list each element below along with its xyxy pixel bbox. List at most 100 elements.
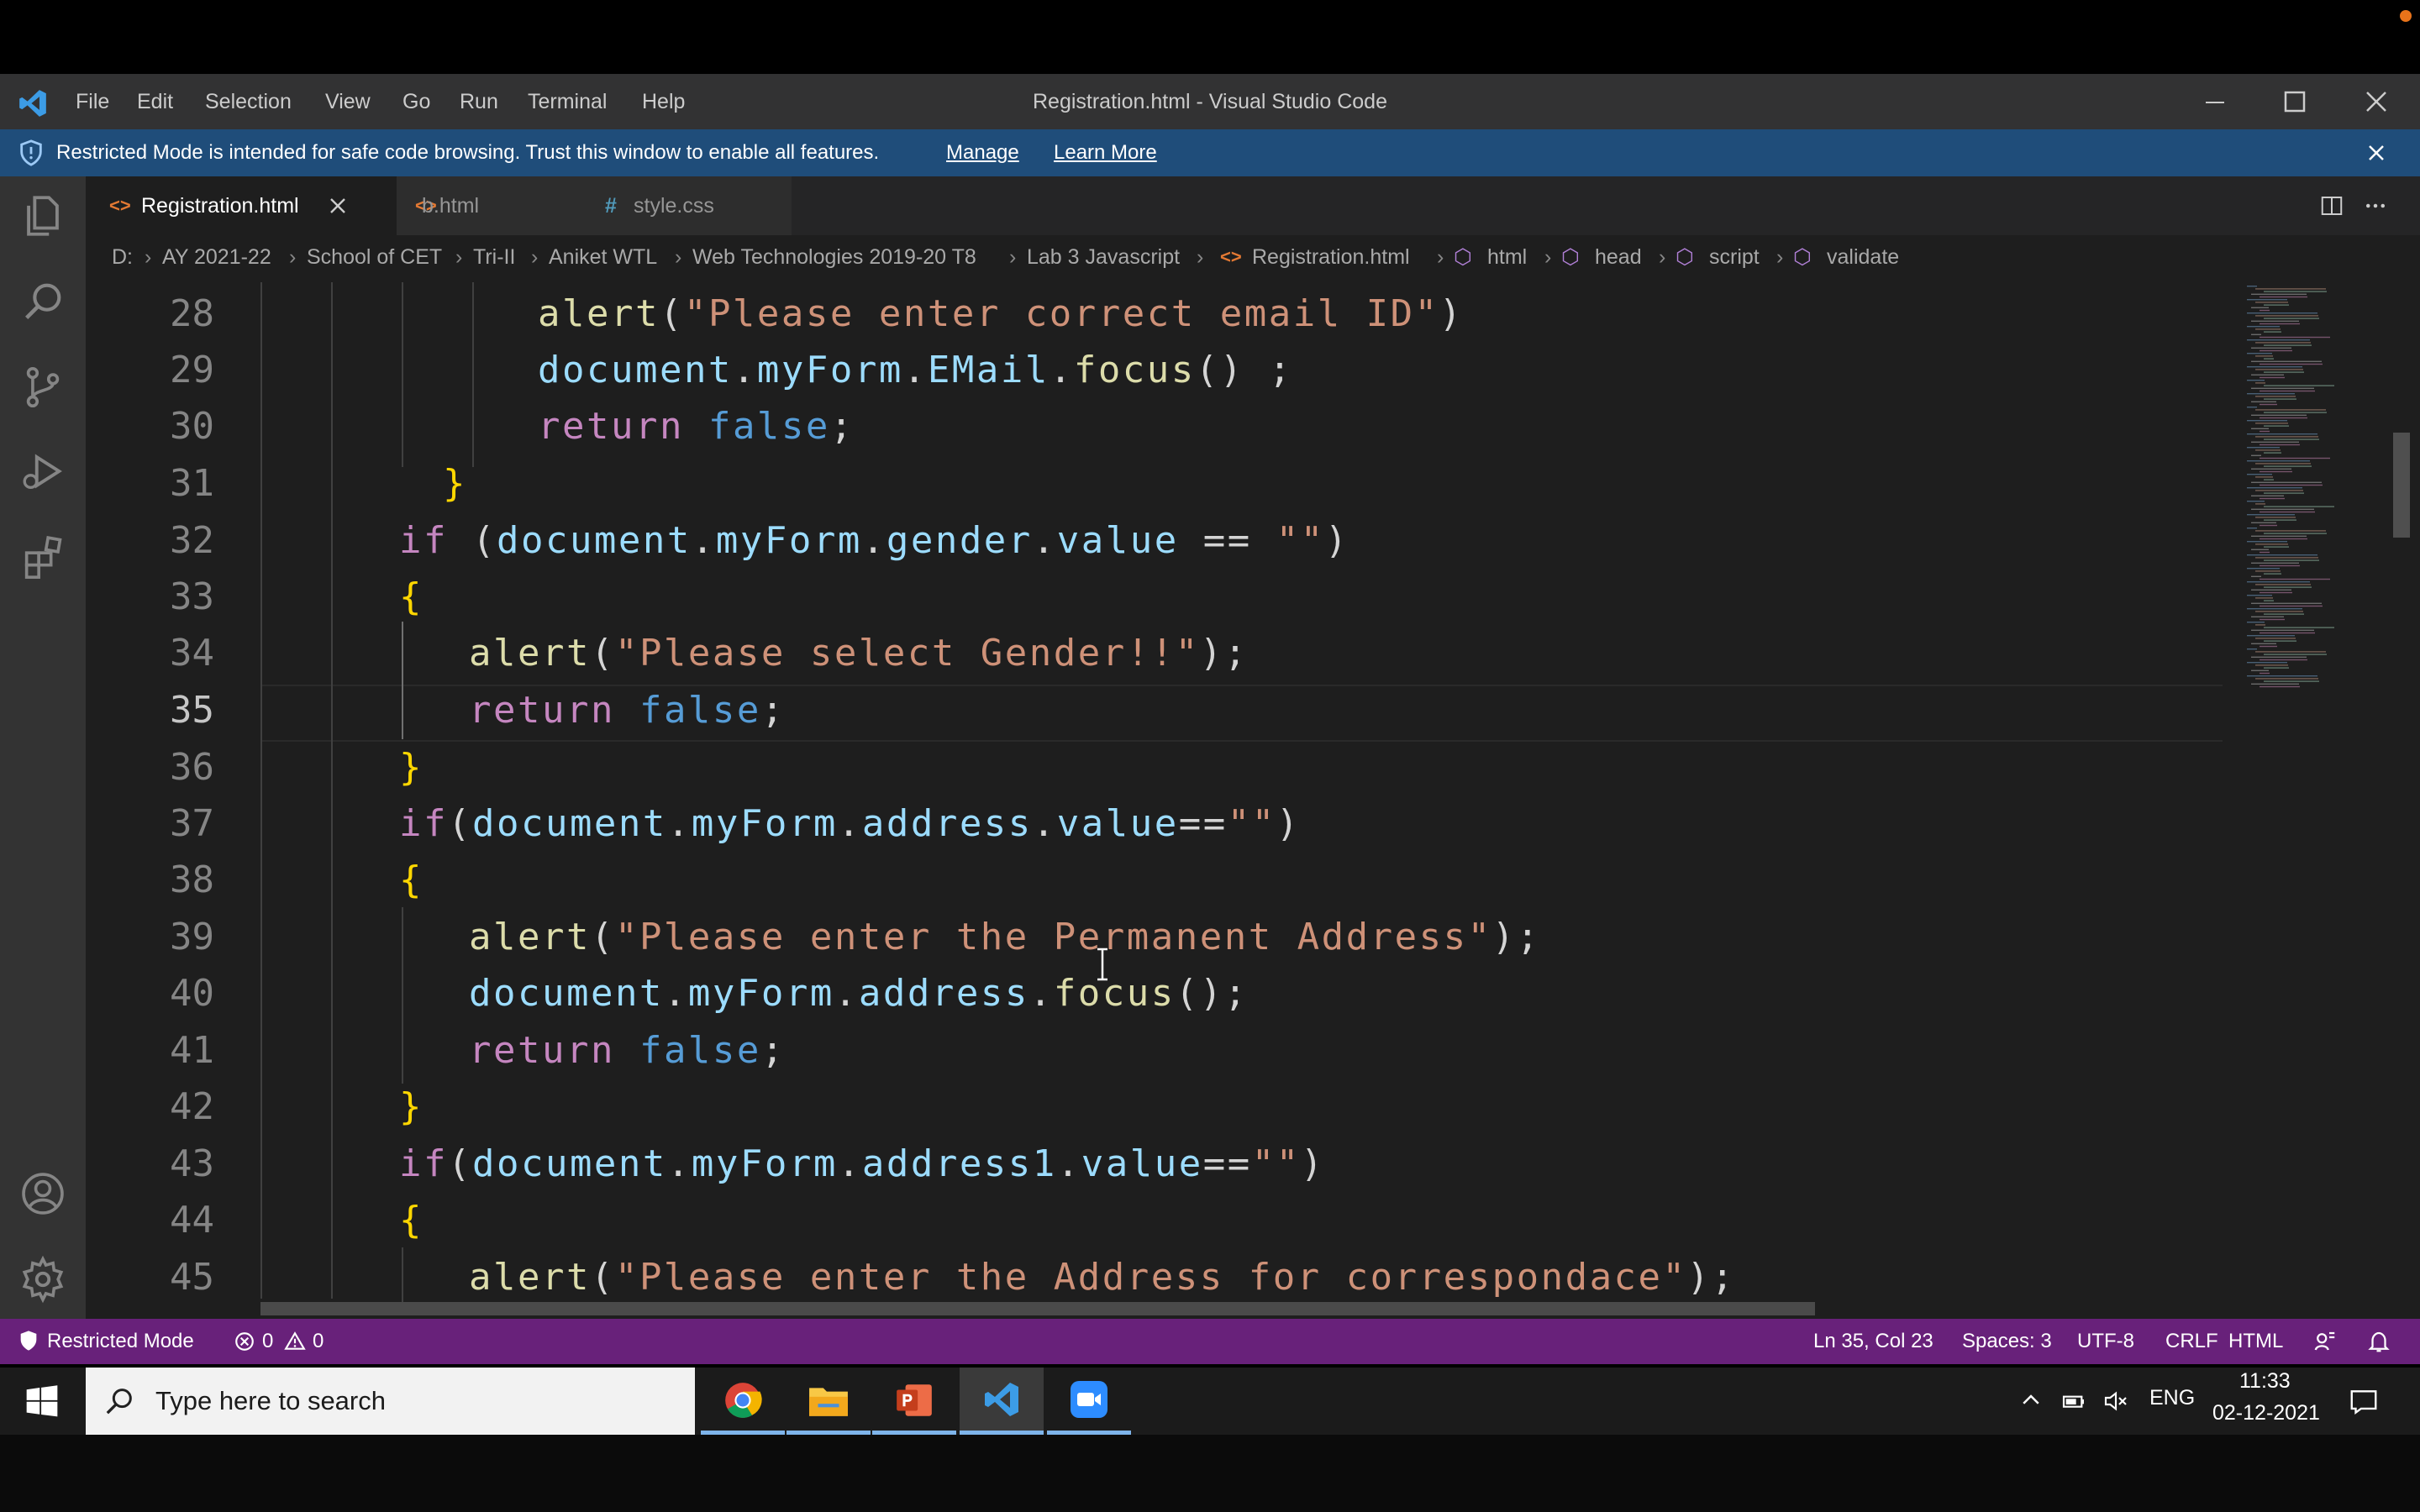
symbol-icon: ⬡ <box>1561 245 1580 269</box>
error-icon[interactable] <box>234 1331 255 1352</box>
breadcrumb-item[interactable]: D: <box>112 235 133 279</box>
accounts-icon[interactable] <box>18 1169 67 1218</box>
menu-terminal[interactable]: Terminal <box>528 74 607 129</box>
indent-guide <box>402 907 403 1084</box>
explorer-icon[interactable] <box>18 192 67 240</box>
learn-more-link[interactable]: Learn More <box>1054 129 1157 176</box>
encoding[interactable]: UTF-8 <box>2077 1319 2134 1364</box>
line-number-current: 35 <box>170 689 214 732</box>
indent-guide <box>472 282 474 467</box>
code-line: if (document.myForm.gender.value == "") <box>399 519 1349 562</box>
window-title: Registration.html - Visual Studio Code <box>1033 90 1387 113</box>
extensions-icon[interactable] <box>18 533 67 581</box>
css-file-icon: # <box>605 194 617 218</box>
breadcrumb-item[interactable]: html <box>1487 235 1527 279</box>
activity-bar <box>0 176 86 1319</box>
taskbar-vscode[interactable] <box>960 1368 1044 1435</box>
menu-help[interactable]: Help <box>642 74 685 129</box>
code-line: } <box>399 1085 424 1128</box>
line-number: 40 <box>170 972 214 1015</box>
indent-guide <box>402 1247 403 1306</box>
breadcrumb-item[interactable]: Web Technologies 2019-20 T8 <box>692 235 976 279</box>
menu-edit[interactable]: Edit <box>137 74 173 129</box>
vertical-scrollbar[interactable] <box>2393 433 2410 538</box>
breadcrumb-item[interactable]: School of CET <box>307 235 442 279</box>
code-line: if(document.myForm.address.value=="") <box>399 802 1301 845</box>
indent-guide <box>331 282 333 1299</box>
vscode-logo-icon <box>19 90 46 117</box>
code-line: return false; <box>469 1029 786 1072</box>
horizontal-scrollbar[interactable] <box>260 1302 1815 1315</box>
close-icon[interactable] <box>2363 139 2390 166</box>
warning-icon[interactable] <box>284 1331 306 1352</box>
battery-icon[interactable] <box>2060 1388 2087 1415</box>
breadcrumb-item[interactable]: AY 2021-22 <box>162 235 271 279</box>
breadcrumb-item[interactable]: validate <box>1827 235 1899 279</box>
chevron-up-icon[interactable] <box>2018 1388 2044 1413</box>
manage-link[interactable]: Manage <box>946 129 1019 176</box>
html-file-icon: <> <box>1220 246 1242 267</box>
breadcrumb-item[interactable]: Registration.html <box>1252 235 1410 279</box>
zoom-icon <box>1071 1381 1107 1418</box>
breadcrumb-item[interactable]: Tri-II <box>473 235 515 279</box>
code-line: document.myForm.EMail.focus() ; <box>538 349 1293 391</box>
source-control-icon[interactable] <box>18 363 67 412</box>
code-line: alert("Please select Gender!!"); <box>469 632 1249 675</box>
bell-icon[interactable] <box>2366 1329 2391 1354</box>
search-icon[interactable] <box>18 277 67 326</box>
shield-icon <box>20 1331 37 1351</box>
vscode-icon <box>985 1383 1018 1416</box>
html-file-icon: <> <box>109 195 131 216</box>
indentation[interactable]: Spaces: 3 <box>1962 1319 2052 1364</box>
clock-time[interactable]: 11:33 <box>2239 1369 2291 1394</box>
search-icon <box>106 1389 132 1415</box>
taskbar-zoom[interactable] <box>1047 1368 1131 1435</box>
menu-file[interactable]: File <box>76 74 109 129</box>
gear-icon[interactable] <box>18 1255 67 1304</box>
menu-go[interactable]: Go <box>402 74 430 129</box>
maximize-button[interactable] <box>2260 74 2328 129</box>
restricted-mode-status[interactable]: Restricted Mode <box>47 1319 194 1364</box>
code-line: } <box>443 462 467 505</box>
tab-label: style.css <box>634 194 714 218</box>
code-line: if(document.myForm.address1.value=="") <box>399 1142 1325 1185</box>
code-line: document.myForm.address.focus(); <box>469 972 1249 1015</box>
split-editor-icon[interactable] <box>2319 193 2344 218</box>
more-actions-icon[interactable] <box>2363 193 2388 218</box>
line-number: 38 <box>170 858 214 901</box>
line-number: 44 <box>170 1199 214 1242</box>
language-mode[interactable]: HTML <box>2228 1319 2283 1364</box>
windows-start-icon[interactable] <box>24 1383 60 1420</box>
screen-top-border <box>0 0 2420 74</box>
notification-center-icon[interactable] <box>2348 1386 2380 1418</box>
menu-selection[interactable]: Selection <box>205 74 292 129</box>
taskbar-file-explorer[interactable] <box>786 1368 871 1435</box>
warning-count[interactable]: 0 <box>313 1319 324 1364</box>
tab-label: b.html <box>422 194 480 218</box>
breadcrumb-item[interactable]: Aniket WTL <box>549 235 657 279</box>
line-number: 42 <box>170 1085 214 1128</box>
taskbar-powerpoint[interactable] <box>872 1368 956 1435</box>
line-number: 41 <box>170 1029 214 1072</box>
close-tab-icon[interactable] <box>328 196 348 216</box>
recording-indicator <box>2400 10 2412 22</box>
menu-run[interactable]: Run <box>460 74 498 129</box>
tab-registration-html[interactable]: <> Registration.html <box>86 176 397 235</box>
menu-view[interactable]: View <box>325 74 371 129</box>
error-count[interactable]: 0 <box>262 1319 273 1364</box>
clock-date[interactable]: 02-12-2021 <box>2212 1401 2320 1425</box>
breadcrumb-item[interactable]: head <box>1595 235 1642 279</box>
tab-style-css[interactable]: # style.css <box>581 176 792 235</box>
run-debug-icon[interactable] <box>18 447 67 496</box>
taskbar-chrome[interactable] <box>701 1368 785 1435</box>
line-ending[interactable]: CRLF <box>2165 1319 2218 1364</box>
cursor-position[interactable]: Ln 35, Col 23 <box>1813 1319 1933 1364</box>
feedback-icon[interactable] <box>2312 1329 2338 1354</box>
breadcrumb-item[interactable]: Lab 3 Javascript <box>1027 235 1180 279</box>
minimize-button[interactable] <box>2181 74 2248 129</box>
input-language[interactable]: ENG <box>2149 1386 2195 1410</box>
volume-muted-icon[interactable] <box>2102 1388 2129 1415</box>
shield-icon <box>20 139 42 166</box>
close-window-button[interactable] <box>2342 74 2409 129</box>
breadcrumb-item[interactable]: script <box>1709 235 1760 279</box>
